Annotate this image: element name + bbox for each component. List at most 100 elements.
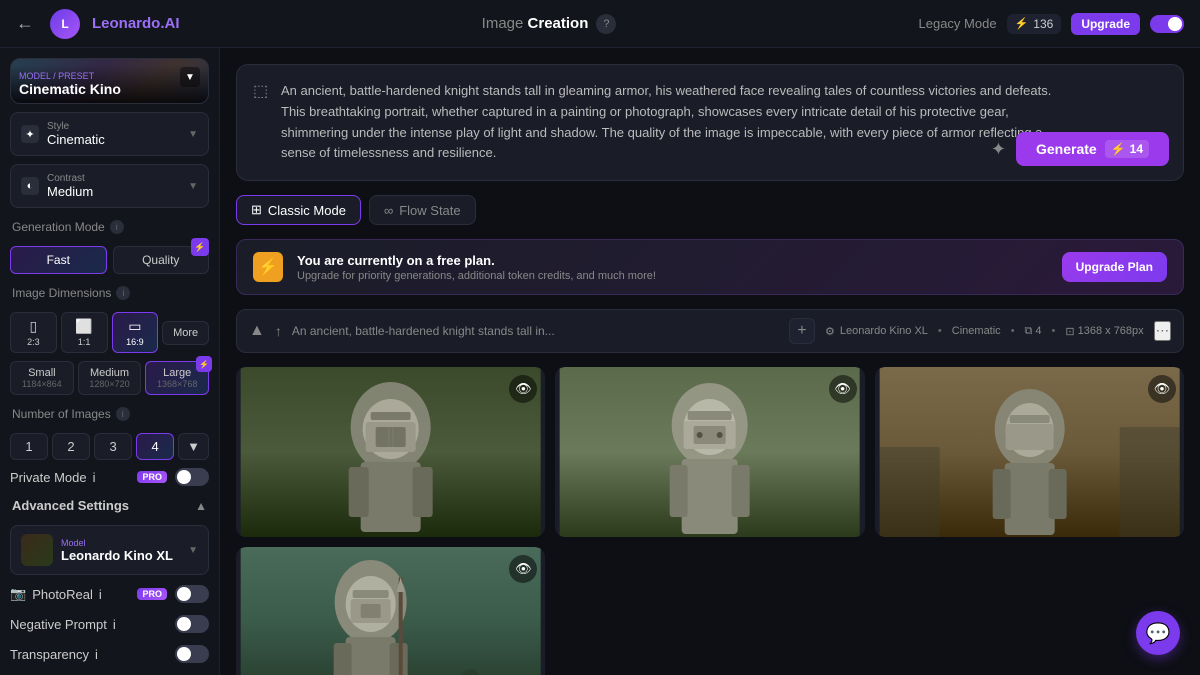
legacy-mode-toggle[interactable]	[1150, 15, 1184, 33]
generation-row: ▲ ↑ An ancient, battle-hardened knight s…	[236, 309, 1184, 353]
style-value: Cinematic	[47, 132, 105, 147]
classic-mode-tab[interactable]: ⊞ Classic Mode	[236, 195, 361, 225]
advanced-settings-header[interactable]: Advanced Settings ▲	[10, 494, 209, 517]
size-large-button[interactable]: Large 1368×768 ⚡	[145, 361, 209, 395]
brand-name: Leonardo.AI	[92, 15, 180, 32]
upgrade-banner: ⚡ You are currently on a free plan. Upgr…	[236, 239, 1184, 295]
preset-card[interactable]: Model / Preset Cinematic Kino ▼	[10, 58, 209, 104]
upgrade-plan-button[interactable]: Upgrade Plan	[1062, 252, 1167, 282]
enhance-prompt-button[interactable]: ✦	[991, 139, 1006, 160]
main-layout: Model / Preset Cinematic Kino ▼ ✦ Style …	[0, 48, 1200, 675]
photoreal-row: 📷 PhotoReal i PRO	[10, 583, 209, 605]
prompt-icon: ⬚	[253, 81, 268, 101]
quality-mode-badge: ⚡	[191, 238, 209, 256]
dim-more-button[interactable]: More	[162, 321, 209, 345]
contrast-label: Contrast	[47, 173, 93, 184]
topnav-right: Legacy Mode ⚡ 136 Upgrade	[919, 13, 1184, 35]
generate-credit-badge: ⚡ 14	[1105, 140, 1149, 158]
page-title: Image Creation	[482, 15, 589, 32]
gen-mode-info-icon: i	[110, 220, 124, 234]
fast-mode-button[interactable]: Fast	[10, 246, 107, 274]
model-thumbnail	[21, 534, 53, 566]
dim-16-9-button[interactable]: ▭ 16:9	[112, 312, 159, 353]
model-selector[interactable]: Model Leonardo Kino XL ▼	[10, 525, 209, 575]
upgrade-header-button[interactable]: Upgrade	[1071, 13, 1140, 35]
help-icon[interactable]: ?	[596, 14, 616, 34]
gen-upload-button[interactable]: ↑	[275, 323, 282, 339]
chat-fab-button[interactable]: 💬	[1136, 611, 1180, 655]
model-icon: ⚙	[825, 325, 835, 338]
transparency-label: Transparency	[10, 647, 89, 662]
private-mode-controls: PRO	[137, 468, 209, 486]
expand-gen-button[interactable]: ▲	[249, 322, 265, 340]
image-dimensions-info-icon: i	[116, 286, 130, 300]
photoreal-icon: 📷	[10, 586, 26, 602]
num-more-button[interactable]: ▼	[178, 433, 209, 460]
sidebar: Model / Preset Cinematic Kino ▼ ✦ Style …	[0, 48, 220, 675]
contrast-selector[interactable]: ◐ Contrast Medium ▼	[10, 164, 209, 208]
style-icon: ✦	[21, 125, 39, 143]
legacy-label: Legacy Mode	[919, 16, 997, 31]
gen-row-model: ⚙ Leonardo Kino XL	[825, 325, 928, 338]
private-mode-row: Private Mode i PRO	[10, 468, 209, 486]
photoreal-toggle[interactable]	[175, 585, 209, 603]
model-name: Leonardo Kino XL	[61, 548, 180, 563]
num-images-info-icon: i	[116, 407, 130, 421]
main-content: ⬚ An ancient, battle-hardened knight sta…	[220, 48, 1200, 675]
num-4-button[interactable]: 4	[136, 433, 174, 460]
image-cell-1[interactable]: 👁	[236, 367, 545, 537]
image-grid: 👁	[236, 367, 1184, 675]
preset-title: Cinematic Kino	[19, 81, 200, 97]
size-icon: ⊡	[1065, 325, 1074, 338]
advanced-settings-label: Advanced Settings	[12, 498, 129, 513]
size-medium-button[interactable]: Medium 1280×720	[78, 361, 142, 395]
private-mode-toggle[interactable]	[175, 468, 209, 486]
num-3-button[interactable]: 3	[94, 433, 132, 460]
back-button[interactable]: ←	[16, 13, 34, 34]
gen-mode-header: Generation Mode i	[10, 216, 209, 238]
style-chevron-icon: ▼	[188, 129, 198, 140]
negative-prompt-toggle[interactable]	[175, 615, 209, 633]
num-images-row: 1 2 3 4 ▼	[10, 433, 209, 460]
size-large-badge: ⚡	[196, 356, 212, 372]
flow-state-icon: ∞	[384, 203, 393, 218]
style-selector[interactable]: ✦ Style Cinematic ▼	[10, 112, 209, 156]
size-small-button[interactable]: Small 1184×864	[10, 361, 74, 395]
banner-title: You are currently on a free plan.	[297, 253, 1048, 268]
image-2-view-button[interactable]: 👁	[829, 375, 857, 403]
photoreal-label: PhotoReal	[32, 587, 93, 602]
classic-mode-icon: ⊞	[251, 202, 262, 218]
generate-button[interactable]: Generate ⚡ 14	[1016, 132, 1169, 166]
transparency-label-group: Transparency i	[10, 647, 98, 662]
dim-2-3-icon: ▯	[15, 318, 52, 335]
prompt-box: ⬚ An ancient, battle-hardened knight sta…	[236, 64, 1184, 181]
num-2-button[interactable]: 2	[52, 433, 90, 460]
negative-prompt-label: Negative Prompt	[10, 617, 107, 632]
transparency-toggle[interactable]	[175, 645, 209, 663]
dimension-buttons: ▯ 2:3 ⬜ 1:1 ▭ 16:9 More	[10, 312, 209, 353]
image-3-view-button[interactable]: 👁	[1148, 375, 1176, 403]
contrast-icon: ◐	[21, 177, 39, 195]
image-dimensions-header: Image Dimensions i	[10, 282, 209, 304]
image-cell-3[interactable]: 👁	[875, 367, 1184, 537]
dim-1-1-button[interactable]: ⬜ 1:1	[61, 312, 108, 353]
preset-arrow-icon: ▼	[180, 67, 200, 87]
model-info: Model Leonardo Kino XL	[61, 538, 180, 563]
negative-prompt-info-icon: i	[113, 617, 116, 632]
topnav: ← L Leonardo.AI Image Creation ? Legacy …	[0, 0, 1200, 48]
image-cell-4[interactable]: 👁	[236, 547, 545, 675]
num-1-button[interactable]: 1	[10, 433, 48, 460]
avatar: L	[50, 9, 80, 39]
private-mode-info-icon: i	[93, 470, 96, 485]
dim-2-3-button[interactable]: ▯ 2:3	[10, 312, 57, 353]
prompt-actions: ✦ Generate ⚡ 14	[991, 132, 1169, 166]
mode-tabs: ⊞ Classic Mode ∞ Flow State	[236, 195, 1184, 225]
gen-row-more-button[interactable]: ⋯	[1154, 321, 1171, 341]
gen-add-button[interactable]: +	[789, 318, 815, 344]
advanced-chevron-icon: ▲	[195, 499, 207, 513]
banner-subtitle: Upgrade for priority generations, additi…	[297, 270, 1048, 282]
flow-state-tab[interactable]: ∞ Flow State	[369, 195, 476, 225]
transparency-info-icon: i	[95, 647, 98, 662]
num-images-header: Number of Images i	[10, 403, 209, 425]
image-cell-2[interactable]: 👁	[555, 367, 864, 537]
